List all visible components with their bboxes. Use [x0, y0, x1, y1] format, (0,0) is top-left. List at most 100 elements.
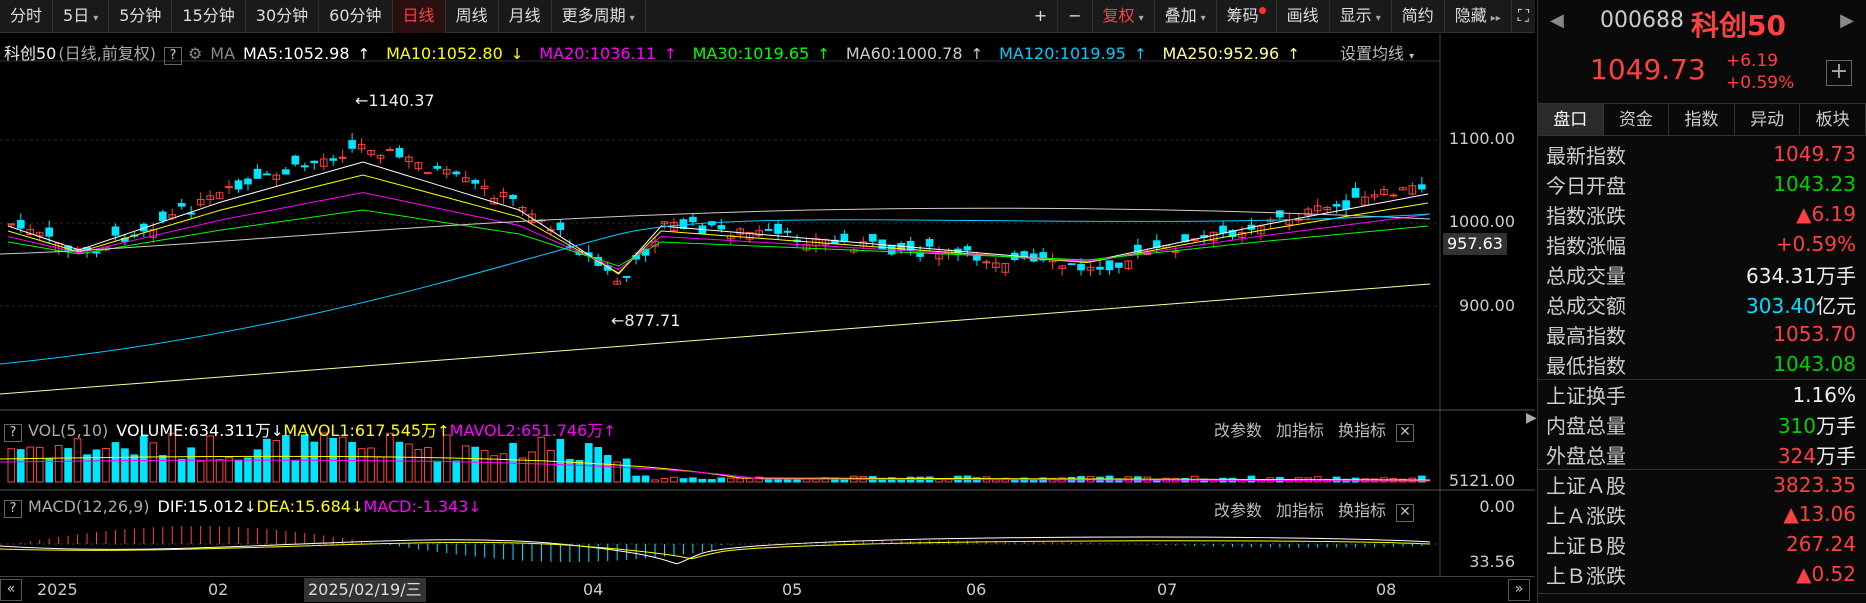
- gear-icon[interactable]: ⚙: [188, 44, 202, 63]
- indicator-value-text: MAVOL1:617.545万: [283, 421, 438, 440]
- volume-bar: [783, 479, 792, 483]
- period-tab[interactable]: 5分钟: [109, 0, 173, 33]
- help-icon[interactable]: ?: [4, 500, 22, 518]
- scroll-left-button[interactable]: «: [0, 579, 22, 601]
- period-tab[interactable]: 5日 ▾: [53, 0, 110, 33]
- candle-body: [263, 173, 271, 176]
- period-tab[interactable]: 更多周期 ▾: [552, 0, 646, 33]
- candle-body: [1389, 194, 1398, 197]
- volume-bar: [594, 447, 603, 483]
- quote-row-label: 上Ｂ涨跌: [1546, 563, 1626, 588]
- chips-button[interactable]: 筹码: [1217, 0, 1277, 33]
- panel-tab[interactable]: 指数: [1669, 104, 1735, 135]
- period-tab[interactable]: 分时: [0, 0, 54, 33]
- candle-body: [300, 165, 309, 168]
- modify-params-button[interactable]: 改参数: [1214, 421, 1262, 440]
- indicator-value-text: MA30:1019.65: [692, 44, 810, 63]
- quote-row: 总成交量 634.31万手: [1538, 259, 1866, 289]
- volume-bar: [149, 442, 158, 483]
- volume-bar: [433, 460, 442, 483]
- modify-params-button[interactable]: 改参数: [1214, 501, 1262, 520]
- swap-indicator-button[interactable]: 换指标: [1338, 421, 1386, 440]
- quote-row-label: 最高指数: [1546, 323, 1626, 348]
- volume-bar: [414, 448, 423, 483]
- overlay-dropdown[interactable]: 叠加 ▾: [1155, 0, 1217, 33]
- next-stock-icon[interactable]: ▶: [1840, 10, 1854, 31]
- candle-body: [111, 226, 120, 236]
- ma-settings-dropdown[interactable]: 设置均线 ▾: [1340, 40, 1414, 64]
- quote-row-value: 1043.08: [1773, 352, 1856, 376]
- quote-row-value: 310万手: [1778, 410, 1856, 439]
- zoom-in-button[interactable]: +: [1024, 0, 1059, 33]
- volume-bar: [177, 458, 186, 483]
- swap-indicator-button[interactable]: 换指标: [1338, 501, 1386, 520]
- panel-tab[interactable]: 板块: [1800, 104, 1866, 135]
- volume-bar: [234, 459, 243, 483]
- close-icon[interactable]: ✕: [1396, 504, 1415, 522]
- volume-bar: [461, 445, 470, 483]
- simple-button[interactable]: 简约: [1392, 0, 1445, 33]
- scroll-right-button[interactable]: »: [1508, 579, 1530, 601]
- quote-row-label: 指数涨跌: [1546, 203, 1626, 228]
- add-indicator-button[interactable]: 加指标: [1276, 421, 1324, 440]
- volume-bar: [7, 448, 16, 483]
- date-axis-label: 07: [1157, 580, 1178, 599]
- period-tab[interactable]: 月线: [499, 0, 552, 33]
- indicator-value: MA5:1052.98 ↑: [243, 44, 378, 63]
- panel-tab[interactable]: 盘口: [1538, 104, 1604, 135]
- period-tab[interactable]: 15分钟: [172, 0, 246, 33]
- volume-bar: [206, 435, 214, 483]
- draw-button[interactable]: 画线: [1277, 0, 1330, 33]
- period-tab[interactable]: 周线: [446, 0, 499, 33]
- candle-body: [717, 225, 726, 230]
- quote-row-unit: 万手: [1816, 263, 1856, 288]
- quote-row: 上Ａ涨跌 ▲13.06: [1538, 499, 1866, 529]
- candle-body: [291, 155, 300, 165]
- candle-body: [395, 148, 404, 158]
- quote-row-label: 外盘总量: [1546, 443, 1626, 468]
- volume-bar: [679, 478, 688, 483]
- period-tab[interactable]: 30分钟: [246, 0, 320, 33]
- display-label: 显示: [1339, 6, 1372, 25]
- help-icon[interactable]: ?: [4, 424, 22, 442]
- fuquan-dropdown[interactable]: 复权 ▾: [1093, 0, 1155, 33]
- index-subtitle: (日线,前复权): [58, 44, 156, 63]
- close-icon[interactable]: ✕: [1396, 424, 1415, 442]
- mavol2-line: [0, 459, 1431, 482]
- fullscreen-button[interactable]: ⛶: [1512, 0, 1535, 33]
- add-watchlist-button[interactable]: +: [1826, 60, 1852, 86]
- quote-row-number: 1.16%: [1792, 382, 1856, 407]
- volume-bar: [26, 446, 35, 483]
- quote-row-label: 上证Ａ股: [1546, 474, 1626, 498]
- notification-dot-icon: [1258, 7, 1266, 14]
- candle-body: [282, 169, 290, 175]
- display-dropdown[interactable]: 显示 ▾: [1330, 0, 1392, 33]
- kline-chart-area[interactable]: 科创50 (日线,前复权)? ⚙ MA MA5:1052.98 ↑ MA10:1052.80…: [0, 34, 1535, 603]
- add-indicator-button[interactable]: 加指标: [1276, 501, 1324, 520]
- hide-button[interactable]: 隐藏 ▸▸: [1445, 0, 1512, 33]
- quote-row-value: ▲6.19: [1796, 202, 1856, 226]
- chevron-down-icon: ▾: [1375, 13, 1381, 24]
- prev-stock-icon[interactable]: ◀: [1550, 10, 1564, 31]
- panel-tab[interactable]: 资金: [1604, 104, 1670, 135]
- volume-bar: [424, 446, 432, 483]
- dea-line: [0, 540, 1431, 560]
- period-tab[interactable]: 日线: [392, 0, 446, 33]
- candle-body: [45, 227, 53, 237]
- vol-axis-label: 5121.00: [1448, 471, 1515, 490]
- chevron-down-icon: ▾: [1200, 13, 1206, 24]
- date-axis-label: 05: [782, 580, 803, 599]
- volume-bar: [670, 476, 678, 483]
- quote-row-value: 303.40亿元: [1746, 290, 1856, 319]
- zoom-out-button[interactable]: −: [1058, 0, 1093, 33]
- panel-tab[interactable]: 异动: [1735, 104, 1801, 135]
- help-icon[interactable]: ?: [163, 47, 182, 65]
- period-tab[interactable]: 60分钟: [319, 0, 393, 33]
- candle-body: [348, 140, 356, 149]
- quote-row-label: 今日开盘: [1546, 173, 1626, 198]
- quote-row-value: 267.24: [1786, 532, 1856, 556]
- fuquan-label: 复权: [1102, 6, 1135, 25]
- volume-bar: [45, 457, 53, 483]
- candle-body: [1219, 225, 1227, 234]
- quote-row-label: 最新指数: [1546, 143, 1626, 168]
